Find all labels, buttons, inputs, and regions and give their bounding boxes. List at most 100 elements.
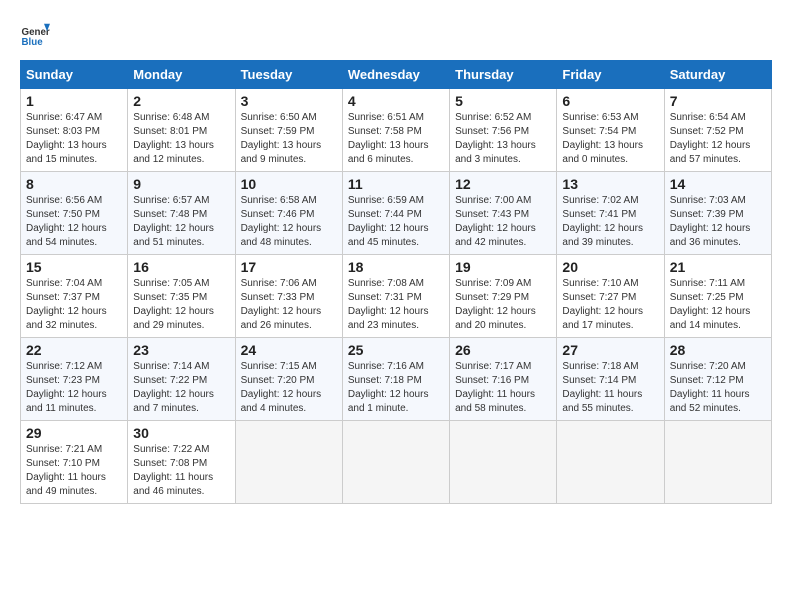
calendar-cell: 21 Sunrise: 7:11 AMSunset: 7:25 PMDaylig… [664,255,771,338]
day-info: Sunrise: 7:04 AMSunset: 7:37 PMDaylight:… [26,278,107,331]
calendar-body: 1 Sunrise: 6:47 AMSunset: 8:03 PMDayligh… [21,89,772,504]
calendar-week-row: 22 Sunrise: 7:12 AMSunset: 7:23 PMDaylig… [21,338,772,421]
day-number: 24 [241,342,337,358]
day-number: 11 [348,176,444,192]
day-number: 2 [133,93,229,109]
day-info: Sunrise: 7:03 AMSunset: 7:39 PMDaylight:… [670,195,751,248]
day-info: Sunrise: 7:21 AMSunset: 7:10 PMDaylight:… [26,444,106,497]
calendar-cell: 4 Sunrise: 6:51 AMSunset: 7:58 PMDayligh… [342,89,449,172]
calendar-cell: 14 Sunrise: 7:03 AMSunset: 7:39 PMDaylig… [664,172,771,255]
svg-text:Blue: Blue [22,37,44,48]
column-header-wednesday: Wednesday [342,61,449,89]
calendar-cell: 6 Sunrise: 6:53 AMSunset: 7:54 PMDayligh… [557,89,664,172]
calendar-cell [664,421,771,504]
column-header-saturday: Saturday [664,61,771,89]
calendar-cell: 29 Sunrise: 7:21 AMSunset: 7:10 PMDaylig… [21,421,128,504]
column-header-monday: Monday [128,61,235,89]
day-number: 9 [133,176,229,192]
day-info: Sunrise: 6:53 AMSunset: 7:54 PMDaylight:… [562,112,643,165]
day-info: Sunrise: 7:11 AMSunset: 7:25 PMDaylight:… [670,278,751,331]
day-info: Sunrise: 7:08 AMSunset: 7:31 PMDaylight:… [348,278,429,331]
day-info: Sunrise: 6:48 AMSunset: 8:01 PMDaylight:… [133,112,214,165]
day-info: Sunrise: 7:00 AMSunset: 7:43 PMDaylight:… [455,195,536,248]
calendar-week-row: 29 Sunrise: 7:21 AMSunset: 7:10 PMDaylig… [21,421,772,504]
day-number: 19 [455,259,551,275]
day-number: 20 [562,259,658,275]
day-info: Sunrise: 7:18 AMSunset: 7:14 PMDaylight:… [562,361,642,414]
day-number: 10 [241,176,337,192]
calendar-table: SundayMondayTuesdayWednesdayThursdayFrid… [20,60,772,504]
calendar-cell: 26 Sunrise: 7:17 AMSunset: 7:16 PMDaylig… [450,338,557,421]
day-info: Sunrise: 6:57 AMSunset: 7:48 PMDaylight:… [133,195,214,248]
day-info: Sunrise: 7:12 AMSunset: 7:23 PMDaylight:… [26,361,107,414]
day-number: 3 [241,93,337,109]
calendar-cell: 1 Sunrise: 6:47 AMSunset: 8:03 PMDayligh… [21,89,128,172]
calendar-cell: 7 Sunrise: 6:54 AMSunset: 7:52 PMDayligh… [664,89,771,172]
calendar-week-row: 1 Sunrise: 6:47 AMSunset: 8:03 PMDayligh… [21,89,772,172]
calendar-week-row: 8 Sunrise: 6:56 AMSunset: 7:50 PMDayligh… [21,172,772,255]
column-header-friday: Friday [557,61,664,89]
calendar-cell: 30 Sunrise: 7:22 AMSunset: 7:08 PMDaylig… [128,421,235,504]
calendar-cell: 28 Sunrise: 7:20 AMSunset: 7:12 PMDaylig… [664,338,771,421]
calendar-week-row: 15 Sunrise: 7:04 AMSunset: 7:37 PMDaylig… [21,255,772,338]
day-number: 29 [26,425,122,441]
column-header-sunday: Sunday [21,61,128,89]
day-number: 18 [348,259,444,275]
calendar-cell: 16 Sunrise: 7:05 AMSunset: 7:35 PMDaylig… [128,255,235,338]
header: General Blue [20,20,772,50]
calendar-cell [235,421,342,504]
day-number: 7 [670,93,766,109]
day-info: Sunrise: 6:59 AMSunset: 7:44 PMDaylight:… [348,195,429,248]
day-info: Sunrise: 7:22 AMSunset: 7:08 PMDaylight:… [133,444,213,497]
day-info: Sunrise: 7:15 AMSunset: 7:20 PMDaylight:… [241,361,322,414]
day-info: Sunrise: 6:54 AMSunset: 7:52 PMDaylight:… [670,112,751,165]
day-info: Sunrise: 7:06 AMSunset: 7:33 PMDaylight:… [241,278,322,331]
calendar-cell: 12 Sunrise: 7:00 AMSunset: 7:43 PMDaylig… [450,172,557,255]
day-info: Sunrise: 6:50 AMSunset: 7:59 PMDaylight:… [241,112,322,165]
calendar-cell: 27 Sunrise: 7:18 AMSunset: 7:14 PMDaylig… [557,338,664,421]
calendar-cell: 10 Sunrise: 6:58 AMSunset: 7:46 PMDaylig… [235,172,342,255]
day-info: Sunrise: 7:14 AMSunset: 7:22 PMDaylight:… [133,361,214,414]
calendar-header-row: SundayMondayTuesdayWednesdayThursdayFrid… [21,61,772,89]
calendar-cell: 8 Sunrise: 6:56 AMSunset: 7:50 PMDayligh… [21,172,128,255]
calendar-cell: 22 Sunrise: 7:12 AMSunset: 7:23 PMDaylig… [21,338,128,421]
day-info: Sunrise: 7:02 AMSunset: 7:41 PMDaylight:… [562,195,643,248]
calendar-cell: 5 Sunrise: 6:52 AMSunset: 7:56 PMDayligh… [450,89,557,172]
day-number: 13 [562,176,658,192]
day-number: 8 [26,176,122,192]
day-number: 25 [348,342,444,358]
day-number: 27 [562,342,658,358]
day-number: 22 [26,342,122,358]
day-info: Sunrise: 6:51 AMSunset: 7:58 PMDaylight:… [348,112,429,165]
day-number: 6 [562,93,658,109]
calendar-cell: 24 Sunrise: 7:15 AMSunset: 7:20 PMDaylig… [235,338,342,421]
day-number: 23 [133,342,229,358]
day-number: 14 [670,176,766,192]
calendar-cell: 19 Sunrise: 7:09 AMSunset: 7:29 PMDaylig… [450,255,557,338]
day-info: Sunrise: 7:16 AMSunset: 7:18 PMDaylight:… [348,361,429,414]
calendar-cell [557,421,664,504]
column-header-thursday: Thursday [450,61,557,89]
calendar-cell: 18 Sunrise: 7:08 AMSunset: 7:31 PMDaylig… [342,255,449,338]
column-header-tuesday: Tuesday [235,61,342,89]
day-info: Sunrise: 6:58 AMSunset: 7:46 PMDaylight:… [241,195,322,248]
calendar-cell: 17 Sunrise: 7:06 AMSunset: 7:33 PMDaylig… [235,255,342,338]
calendar-cell: 13 Sunrise: 7:02 AMSunset: 7:41 PMDaylig… [557,172,664,255]
day-number: 12 [455,176,551,192]
calendar-cell: 3 Sunrise: 6:50 AMSunset: 7:59 PMDayligh… [235,89,342,172]
day-number: 1 [26,93,122,109]
calendar-cell: 20 Sunrise: 7:10 AMSunset: 7:27 PMDaylig… [557,255,664,338]
calendar-cell [342,421,449,504]
day-info: Sunrise: 6:56 AMSunset: 7:50 PMDaylight:… [26,195,107,248]
day-number: 4 [348,93,444,109]
calendar-cell: 23 Sunrise: 7:14 AMSunset: 7:22 PMDaylig… [128,338,235,421]
calendar-cell: 9 Sunrise: 6:57 AMSunset: 7:48 PMDayligh… [128,172,235,255]
calendar-cell: 11 Sunrise: 6:59 AMSunset: 7:44 PMDaylig… [342,172,449,255]
calendar-cell: 2 Sunrise: 6:48 AMSunset: 8:01 PMDayligh… [128,89,235,172]
logo: General Blue [20,20,50,50]
day-number: 16 [133,259,229,275]
logo-icon: General Blue [20,20,50,50]
day-number: 30 [133,425,229,441]
day-number: 15 [26,259,122,275]
day-number: 28 [670,342,766,358]
